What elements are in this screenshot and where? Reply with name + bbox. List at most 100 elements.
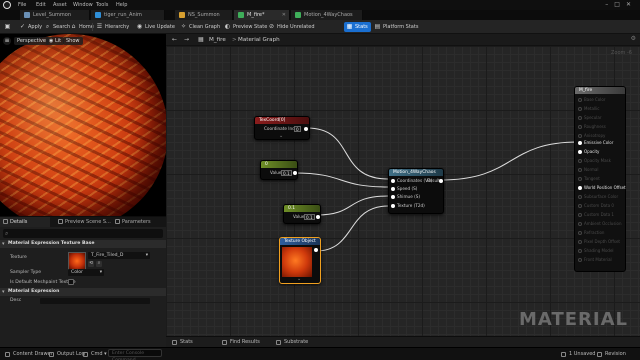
tab-motion-4waychaos[interactable]: Motion_4WayChaos <box>291 10 363 20</box>
platform-stats-label: Platform Stats <box>383 24 419 30</box>
pin-emissive-color[interactable]: Emissive Color <box>578 140 626 146</box>
output-log-button[interactable]: Output Log <box>48 348 85 360</box>
tab-parameters[interactable]: Parameters <box>112 217 166 227</box>
section-material-expression[interactable]: ▾ Material Expression <box>0 288 166 296</box>
tab-tiger-run-anim[interactable]: tiger_run_Anim <box>91 10 165 20</box>
pin-normal[interactable]: Normal <box>578 167 626 173</box>
preview-viewport[interactable]: ≡ Perspective ◉ Lit Show <box>0 34 166 216</box>
pin-roughness[interactable]: Roughness <box>578 124 626 130</box>
breadcrumb-root[interactable]: M_fire <box>209 37 226 43</box>
section-title: Material Expression <box>8 289 60 294</box>
node-motion-4waychaos[interactable]: Motion_4WayChaos Coordinates (V2) Result… <box>388 168 444 214</box>
result-output-pin[interactable] <box>439 179 443 183</box>
sampler-type-dropdown[interactable]: Color ▾ <box>68 269 104 276</box>
pin-opacity-mask[interactable]: Opacity Mask <box>578 158 626 164</box>
pin-tangent[interactable]: Tangent <box>578 176 626 182</box>
menu-edit[interactable]: Edit <box>36 2 46 8</box>
tab-ns-summon[interactable]: NS_Summon <box>175 10 233 20</box>
pin-custom-data-0[interactable]: Custom Data 0 <box>578 203 626 209</box>
window-controls[interactable]: –□✕ <box>605 1 637 8</box>
desc-input[interactable] <box>40 298 150 304</box>
shimue-pin[interactable] <box>391 195 395 199</box>
pin-anisotropy[interactable]: Anisotropy <box>578 133 626 139</box>
texture-thumbnail[interactable] <box>68 252 86 270</box>
pin-opacity[interactable]: Opacity <box>578 149 626 155</box>
tab-details[interactable]: Details <box>0 217 50 227</box>
constant-value[interactable]: 0.1 <box>304 214 315 220</box>
node-constant-speed[interactable]: 0 Value 0.1 <box>260 160 298 180</box>
cmd-button[interactable]: Cmd ▾ <box>82 348 107 360</box>
output-pin[interactable] <box>293 171 297 175</box>
menu-tools[interactable]: Tools <box>96 2 108 8</box>
lit-button[interactable]: ◉ Lit <box>46 37 65 45</box>
hide-unrelated-button[interactable]: ⊘ Hide Unrelated <box>266 22 318 32</box>
tab-m-fire[interactable]: M_fire* ✕ <box>234 10 290 20</box>
chevron-down-icon[interactable]: ⌄ <box>279 133 283 139</box>
tab-level-summon[interactable]: Level_Summon <box>20 10 90 20</box>
coordinate-index-value[interactable]: 0 <box>294 126 301 132</box>
save-button[interactable]: ▣ <box>2 22 16 32</box>
node-material-result[interactable]: M_fire Base Color Metallic Specular Roug… <box>574 86 626 272</box>
unreal-logo-icon[interactable] <box>3 1 11 9</box>
browse-icon[interactable]: ⟲ <box>88 261 94 267</box>
back-arrow-icon[interactable]: ← <box>172 36 177 43</box>
perspective-button[interactable]: Perspective <box>14 37 49 45</box>
hierarchy-button[interactable]: ☰ Hierarchy <box>94 22 132 32</box>
breadcrumb-leaf[interactable]: Material Graph <box>238 37 280 43</box>
unsaved-indicator[interactable]: 1 Unsaved <box>560 348 595 360</box>
pin-subsurface-color[interactable]: Subsurface Color <box>578 194 626 200</box>
menu-file[interactable]: File <box>18 2 26 8</box>
content-drawer-button[interactable]: Content Drawer <box>4 348 53 360</box>
output-pin[interactable] <box>316 215 320 219</box>
pin-custom-data-1[interactable]: Custom Data 1 <box>578 212 626 218</box>
texture-pin[interactable] <box>391 204 395 208</box>
node-texcoord[interactable]: TexCoord[0] Coordinate Index 0 ⌄ <box>254 116 310 140</box>
console-command-input[interactable]: Enter Console Command <box>108 349 162 360</box>
pin-refraction[interactable]: Refraction <box>578 230 626 236</box>
output-pin[interactable] <box>304 127 308 131</box>
pin-ambient-occlusion[interactable]: Ambient Occlusion <box>578 221 626 227</box>
stats-label: Stats <box>355 24 368 30</box>
close-icon[interactable]: ✕ <box>282 10 286 20</box>
material-graph-canvas[interactable]: Zoom -6 TexCoord[0] Coordinate Index 0 ⌄… <box>166 46 640 336</box>
default-meshpaint-label: Is Default Meshpaint Texture <box>10 280 76 285</box>
pin-front-material[interactable]: Front Material <box>578 257 626 263</box>
pin-world-position-offset[interactable]: World Position Offset <box>578 185 626 191</box>
coordinates-pin[interactable] <box>391 179 395 183</box>
pin-pixel-depth-offset[interactable]: Pixel Depth Offset <box>578 239 626 245</box>
tab-preview-scene[interactable]: Preview Scene S... <box>55 217 113 227</box>
stats-button[interactable]: ▦ Stats <box>344 22 371 32</box>
live-update-button[interactable]: ◉ Live Update <box>134 22 178 32</box>
graph-grid-icon[interactable]: ▦ <box>198 36 204 43</box>
pin-shading-model[interactable]: Shading Model <box>578 248 626 254</box>
texture-asset-picker[interactable]: T_Fire_Tiled_D ▾ <box>88 252 150 259</box>
details-search-input[interactable]: ⌕ <box>3 229 163 238</box>
chevron-down-icon[interactable]: ⌄ <box>297 276 301 282</box>
node-constant-shimue[interactable]: 0.1 Value 0.1 <box>283 204 321 224</box>
revision-control-button[interactable]: Revision Control <box>596 348 640 360</box>
constant-value[interactable]: 0.1 <box>281 170 292 176</box>
menu-asset[interactable]: Asset <box>53 2 67 8</box>
node-texture-object[interactable]: Texture Object ⌄ <box>279 237 321 284</box>
default-meshpaint-checkbox[interactable] <box>68 279 74 285</box>
clean-graph-button[interactable]: ✧ Clean Graph <box>178 22 223 32</box>
section-texture-base[interactable]: ▾ Material Expression Texture Base <box>0 240 166 248</box>
pin-base-color[interactable]: Base Color <box>578 97 626 103</box>
speed-pin[interactable] <box>391 187 395 191</box>
platform-stats-button[interactable]: ▤ Platform Stats <box>372 22 421 32</box>
graph-settings-icon[interactable]: ⚙ <box>631 35 636 42</box>
forward-arrow-icon[interactable]: → <box>184 36 189 43</box>
viewport-menu-icon[interactable]: ≡ <box>3 37 11 45</box>
pin-metallic[interactable]: Metallic <box>578 106 626 112</box>
menu-help[interactable]: Help <box>116 2 127 8</box>
apply-button[interactable]: ✓ Apply <box>17 22 45 32</box>
pin-specular[interactable]: Specular <box>578 115 626 121</box>
output-pin[interactable] <box>314 248 318 252</box>
find-in-browser-icon[interactable]: ⌕ <box>96 261 102 267</box>
preview-state-button[interactable]: ◐ Preview State <box>222 22 270 32</box>
revision-control-label: Revision Control <box>605 351 626 357</box>
show-button[interactable]: Show <box>63 37 83 45</box>
pin-label: Subsurface Color <box>584 194 619 199</box>
tab-label: Find Results <box>230 339 260 345</box>
menu-window[interactable]: Window <box>73 2 93 8</box>
